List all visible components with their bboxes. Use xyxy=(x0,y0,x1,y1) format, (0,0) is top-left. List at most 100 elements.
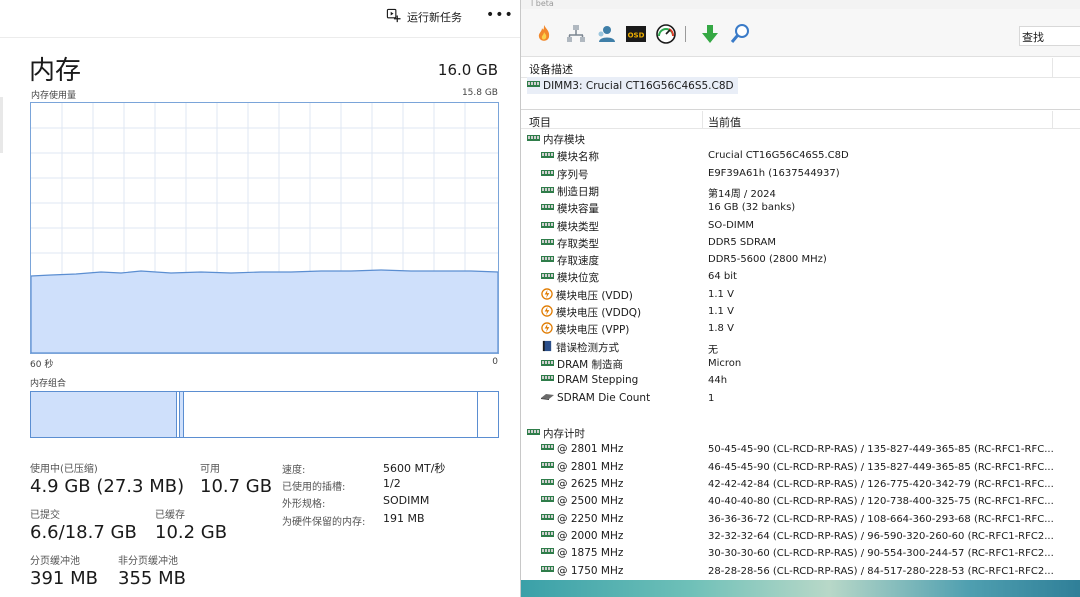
chip-icon xyxy=(541,392,554,404)
row-value: Micron xyxy=(708,358,742,369)
page-title: 内存 xyxy=(29,56,82,86)
module-row[interactable]: DRAM Stepping 44h xyxy=(521,373,1080,390)
module-row[interactable]: 模块名称 Crucial CT16G56C46S5.C8D xyxy=(521,148,1080,165)
aida64-window: l beta OSD 查找 设备描述 DIMM3: Crucial CT16G5… xyxy=(520,0,1080,597)
download-arrow-icon[interactable] xyxy=(699,23,721,45)
row-value: 28-28-28-56 (CL-RCD-RP-RAS) / 84-517-280… xyxy=(708,566,1054,577)
form-factor-value: SODIMM xyxy=(383,494,430,507)
module-row[interactable]: 模块容量 16 GB (32 banks) xyxy=(521,200,1080,217)
timing-row[interactable]: @ 2625 MHz 42-42-42-84 (CL-RCD-RP-RAS) / … xyxy=(521,477,1080,494)
nav-strip xyxy=(0,97,3,153)
row-label-group: 模块容量 xyxy=(541,201,599,216)
search-icon[interactable] xyxy=(729,23,751,45)
osd-icon[interactable]: OSD xyxy=(625,23,647,45)
section-memory-module[interactable]: 内存模块 xyxy=(521,131,1080,148)
ram-icon xyxy=(527,80,540,92)
ram-icon xyxy=(541,461,554,473)
module-row[interactable]: 序列号 E9F39A61h (1637544937) xyxy=(521,166,1080,183)
flame-icon[interactable] xyxy=(533,23,555,45)
network-icon[interactable] xyxy=(565,23,587,45)
in-use-label: 使用中(已压缩) xyxy=(30,464,98,475)
row-value: 1 xyxy=(708,393,715,404)
row-label-group: 内存模块 xyxy=(527,132,585,147)
row-label-group: 内存计时 xyxy=(527,426,585,441)
row-label: DRAM Stepping xyxy=(557,374,639,386)
row-label: @ 2250 MHz xyxy=(557,513,624,525)
timing-row[interactable]: @ 2250 MHz 36-36-36-72 (CL-RCD-RP-RAS) / … xyxy=(521,512,1080,529)
column-item[interactable]: 项目 xyxy=(529,114,551,130)
device-item-dimm3[interactable]: DIMM3: Crucial CT16G56C46S5.C8D xyxy=(527,77,738,94)
row-label-group: @ 2000 MHz xyxy=(541,530,623,542)
timing-row[interactable]: @ 1750 MHz 28-28-28-56 (CL-RCD-RP-RAS) / … xyxy=(521,564,1080,580)
row-value: 50-45-45-90 (CL-RCD-RP-RAS) / 135-827-44… xyxy=(708,444,1054,455)
row-label: 模块电压 (VPP) xyxy=(556,324,630,336)
timing-row[interactable]: @ 2000 MHz 32-32-32-64 (CL-RCD-RP-RAS) / … xyxy=(521,529,1080,546)
row-label: DRAM 制造商 xyxy=(557,359,624,371)
row-label: @ 2801 MHz xyxy=(557,443,624,455)
cached-label: 已缓存 xyxy=(155,510,185,521)
voltage-icon xyxy=(541,288,553,303)
module-row[interactable]: 模块类型 SO-DIMM xyxy=(521,218,1080,235)
row-value: 1.1 V xyxy=(708,306,734,317)
paged-pool-label: 分页缓冲池 xyxy=(30,556,80,567)
row-label-group: DRAM Stepping xyxy=(541,374,638,386)
splitter[interactable] xyxy=(521,109,1080,110)
nonpaged-pool-value: 355 MB xyxy=(118,568,186,589)
voltage-icon xyxy=(541,322,553,337)
timing-row[interactable]: @ 1875 MHz 30-30-30-60 (CL-RCD-RP-RAS) / … xyxy=(521,546,1080,563)
section-memory-timing[interactable]: 内存计时 xyxy=(521,425,1080,442)
memory-composition-bar xyxy=(30,391,499,438)
module-row[interactable]: 模块位宽 64 bit xyxy=(521,269,1080,286)
task-manager-panel: 运行新任务 ••• 内存 16.0 GB 内存使用量 15.8 GB 60 秒 … xyxy=(0,0,520,597)
timing-row[interactable]: @ 2801 MHz 50-45-45-90 (CL-RCD-RP-RAS) / … xyxy=(521,442,1080,459)
task-manager-toolbar: 运行新任务 ••• xyxy=(0,0,520,38)
module-row[interactable]: 存取速度 DDR5-5600 (2800 MHz) xyxy=(521,252,1080,269)
speed-value: 5600 MT/秒 xyxy=(383,462,446,475)
memory-composition-label: 内存组合 xyxy=(30,379,67,389)
module-row[interactable]: 模块电压 (VDDQ) 1.1 V xyxy=(521,304,1080,321)
row-label-group: @ 2801 MHz xyxy=(541,461,623,473)
module-row[interactable]: DRAM 制造商 Micron xyxy=(521,356,1080,373)
row-label-group: DRAM 制造商 xyxy=(541,357,623,372)
timing-row[interactable]: @ 2801 MHz 46-45-45-90 (CL-RCD-RP-RAS) / … xyxy=(521,460,1080,477)
row-label: @ 1750 MHz xyxy=(557,565,624,577)
module-row[interactable]: 制造日期 第14周 / 2024 xyxy=(521,183,1080,200)
ram-icon xyxy=(541,495,554,507)
memory-usage-max: 15.8 GB xyxy=(461,88,498,98)
gauge-icon[interactable] xyxy=(655,23,677,45)
composition-free-marker xyxy=(477,392,479,437)
ram-icon xyxy=(527,428,540,440)
device-item-label: DIMM3: Crucial CT16G56C46S5.C8D xyxy=(543,79,734,92)
row-label-group: 模块电压 (VPP) xyxy=(541,322,629,337)
row-value: 40-40-40-80 (CL-RCD-RP-RAS) / 120-738-40… xyxy=(708,496,1054,507)
ram-icon xyxy=(541,169,554,181)
module-row[interactable]: 模块电压 (VDD) 1.1 V xyxy=(521,287,1080,304)
row-label: 序列号 xyxy=(557,169,589,181)
timing-row[interactable]: @ 2500 MHz 40-40-40-80 (CL-RCD-RP-RAS) / … xyxy=(521,494,1080,511)
row-label: 模块类型 xyxy=(557,221,599,233)
ram-icon xyxy=(541,478,554,490)
row-value: 46-45-45-90 (CL-RCD-RP-RAS) / 135-827-44… xyxy=(708,462,1054,473)
row-label-group: 序列号 xyxy=(541,167,589,182)
column-divider[interactable] xyxy=(1052,111,1053,129)
row-label: 内存模块 xyxy=(543,134,585,146)
column-divider[interactable] xyxy=(702,111,703,129)
row-label-group: @ 1750 MHz xyxy=(541,565,623,577)
composition-modified xyxy=(179,392,184,437)
row-label: @ 1875 MHz xyxy=(557,547,624,559)
row-label: 制造日期 xyxy=(557,186,599,198)
more-options-button[interactable]: ••• xyxy=(486,4,513,26)
column-value[interactable]: 当前值 xyxy=(708,114,741,130)
module-row[interactable]: 模块电压 (VPP) 1.8 V xyxy=(521,321,1080,338)
row-label: 存取速度 xyxy=(557,255,599,267)
run-new-task-button[interactable]: 运行新任务 xyxy=(386,8,462,26)
module-row[interactable]: 错误检测方式 无 xyxy=(521,339,1080,356)
slots-used-label: 已使用的插槽: xyxy=(282,482,346,493)
run-new-task-label: 运行新任务 xyxy=(407,11,462,24)
search-input[interactable]: 查找 xyxy=(1019,26,1080,46)
module-row[interactable]: 存取类型 DDR5 SDRAM xyxy=(521,235,1080,252)
cached-value: 10.2 GB xyxy=(155,522,228,543)
user-icon[interactable] xyxy=(595,23,617,45)
module-row[interactable]: SDRAM Die Count 1 xyxy=(521,391,1080,408)
ram-icon xyxy=(541,221,554,233)
